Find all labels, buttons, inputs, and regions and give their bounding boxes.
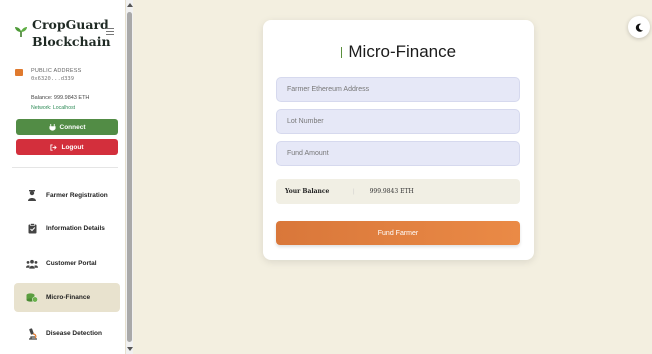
menu-icon[interactable] <box>106 28 114 37</box>
coins-icon <box>26 292 38 304</box>
farmer-icon <box>26 190 38 202</box>
fund-amount-input[interactable]: Fund Amount <box>276 141 520 166</box>
moon-icon <box>635 23 643 32</box>
sidebar-item-information-details[interactable]: Information Details <box>14 214 120 243</box>
connect-button[interactable]: Connect <box>16 119 118 135</box>
network-status: Network: Localhost <box>31 105 76 111</box>
logout-label: Logout <box>61 143 84 151</box>
sidebar-item-label: Micro-Finance <box>46 294 91 301</box>
balance-separator: | <box>353 188 355 195</box>
sidebar-scrollbar[interactable] <box>126 0 133 354</box>
dark-mode-toggle[interactable] <box>628 16 650 38</box>
sidebar-divider <box>12 167 118 168</box>
address-label: PUBLIC ADDRESS <box>31 68 82 74</box>
plug-icon <box>48 123 56 131</box>
fund-farmer-button[interactable]: Fund Farmer <box>276 221 520 245</box>
sidebar-item-disease-detection[interactable]: Disease Detection <box>14 319 120 348</box>
balance-label: Your Balance <box>285 188 330 195</box>
brand[interactable]: CropGuard Blockchain <box>12 14 122 54</box>
title-accent-bar <box>340 47 343 58</box>
microscope-icon <box>26 327 38 340</box>
account-balance: Balance: 999.9843 ETH <box>31 95 90 101</box>
sprout-icon <box>15 27 27 37</box>
wallet-icon <box>15 69 23 76</box>
balance-value: 999.9843 ETH <box>369 188 414 195</box>
farmer-address-input[interactable]: Farmer Ethereum Address <box>276 77 520 102</box>
scroll-up-icon[interactable] <box>127 3 133 7</box>
lot-number-input[interactable]: Lot Number <box>276 109 520 134</box>
brand-title: CropGuard Blockchain <box>32 17 111 49</box>
balance-display: Your Balance | 999.9843 ETH <box>276 179 520 204</box>
clipboard-icon <box>26 223 38 235</box>
account-panel: PUBLIC ADDRESS 0x6320...d339 Balance: 99… <box>10 63 120 115</box>
page-title: Micro-Finance <box>263 42 534 62</box>
address-value: 0x6320...d339 <box>31 76 75 82</box>
scroll-down-icon[interactable] <box>127 347 133 351</box>
sidebar: CropGuard Blockchain PUBLIC ADDRESS 0x63… <box>0 0 126 354</box>
sidebar-item-label: Customer Portal <box>46 260 97 267</box>
sidebar-item-label: Disease Detection <box>46 330 102 337</box>
sidebar-item-micro-finance[interactable]: Micro-Finance <box>14 283 120 312</box>
logout-icon <box>50 143 58 151</box>
scroll-thumb[interactable] <box>127 12 132 342</box>
sidebar-item-label: Farmer Registration <box>46 192 108 199</box>
sidebar-item-customer-portal[interactable]: Customer Portal <box>14 249 120 278</box>
users-icon <box>26 258 38 270</box>
sidebar-item-farmer-registration[interactable]: Farmer Registration <box>14 181 120 210</box>
micro-finance-card: Micro-Finance Farmer Ethereum Address Lo… <box>263 20 534 260</box>
logout-button[interactable]: Logout <box>16 139 118 155</box>
sidebar-item-label: Information Details <box>46 225 105 232</box>
connect-label: Connect <box>59 123 86 131</box>
